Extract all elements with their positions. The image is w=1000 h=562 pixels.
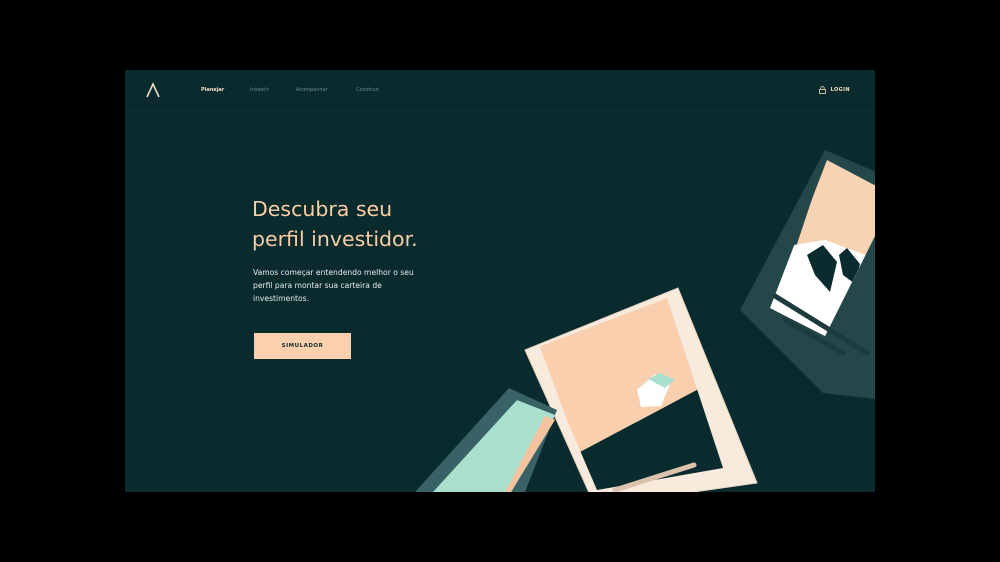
app-frame: Planejar Investir Acompanhar Construir L… (125, 70, 875, 492)
left-tablet-illustration (415, 388, 558, 492)
right-tablet-illustration (740, 150, 875, 399)
center-tablet-illustration (524, 287, 758, 492)
devices-illustration (415, 150, 875, 492)
